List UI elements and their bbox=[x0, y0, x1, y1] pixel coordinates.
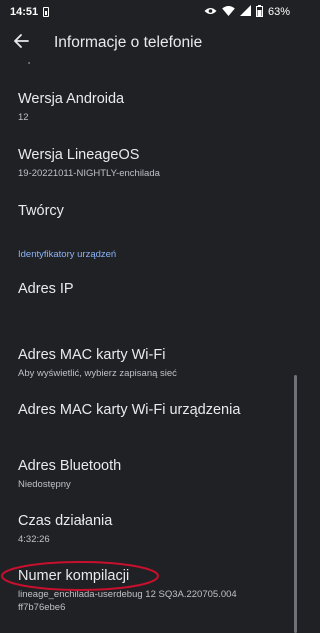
status-bar: 14:51 63% bbox=[0, 0, 300, 24]
item-title: Wersja Androida bbox=[18, 91, 125, 107]
status-bar-right: 63% bbox=[204, 4, 290, 20]
item-title: Czas działania bbox=[18, 513, 113, 529]
item-title: Adres MAC karty Wi-Fi bbox=[18, 347, 166, 363]
signal-icon bbox=[239, 5, 251, 19]
highlight-annotation bbox=[0, 559, 170, 600]
item-subtitle-line-2: ff7b76ebe6 bbox=[18, 602, 66, 613]
app-bar: Informacje o telefonie bbox=[0, 24, 300, 62]
item-subtitle: Aby wyświetlić, wybierz zapisaną sieć bbox=[18, 368, 177, 379]
list-item-uptime[interactable]: Czas działania 4:32:26 bbox=[18, 512, 278, 546]
item-subtitle: 12 bbox=[18, 112, 29, 123]
list-item-android-version[interactable]: Wersja Androida 12 bbox=[18, 90, 278, 124]
battery-saver-icon bbox=[43, 7, 50, 17]
status-bar-left: 14:51 bbox=[10, 6, 50, 18]
item-subtitle: 4:32:26 bbox=[18, 534, 50, 545]
wifi-icon bbox=[222, 5, 235, 19]
list-item-bluetooth-address[interactable]: Adres Bluetooth Niedostępny bbox=[18, 457, 278, 491]
status-time: 14:51 bbox=[10, 6, 39, 18]
item-subtitle: 19-20221011-NIGHTLY-enchilada bbox=[18, 168, 160, 179]
list-item-device-wifi-mac[interactable]: Adres MAC karty Wi-Fi urządzenia bbox=[18, 401, 278, 419]
item-title: Adres IP bbox=[18, 281, 74, 297]
list-item-ip-address[interactable]: Adres IP bbox=[18, 280, 278, 298]
battery-percent: 63% bbox=[267, 6, 290, 18]
item-title: Wersja LineageOS bbox=[18, 147, 140, 163]
page-title: Informacje o telefonie bbox=[54, 34, 203, 51]
list-item-lineageos-version[interactable]: Wersja LineageOS 19-20221011-NIGHTLY-enc… bbox=[18, 146, 278, 180]
section-header-device-identifiers: Identyfikatory urządzeń bbox=[18, 249, 117, 260]
eye-icon bbox=[204, 6, 217, 19]
back-arrow-icon bbox=[13, 33, 29, 54]
back-button[interactable] bbox=[2, 24, 40, 62]
item-title: Twórcy bbox=[18, 203, 64, 219]
scrollbar[interactable] bbox=[294, 375, 297, 633]
item-title: Adres Bluetooth bbox=[18, 458, 122, 474]
list-item-contributors[interactable]: Twórcy bbox=[18, 202, 278, 220]
battery-icon bbox=[255, 4, 263, 20]
item-title: Adres MAC karty Wi-Fi urządzenia bbox=[18, 402, 241, 418]
item-subtitle: Niedostępny bbox=[18, 479, 71, 490]
list-item-wifi-mac[interactable]: Adres MAC karty Wi-Fi Aby wyświetlić, wy… bbox=[18, 346, 278, 380]
